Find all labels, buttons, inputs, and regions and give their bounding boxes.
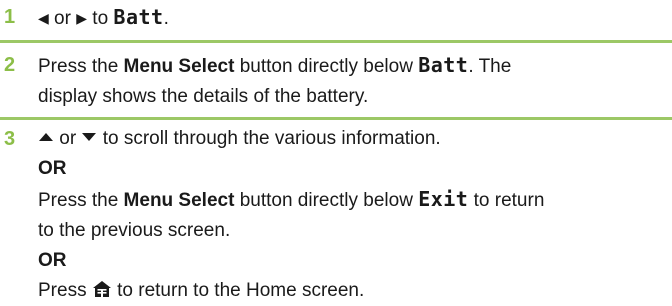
lcd-label-exit: Exit xyxy=(418,187,469,211)
step-number: 2 xyxy=(4,54,16,76)
step-3-text: or to scroll through the various informa… xyxy=(38,128,545,301)
home-icon xyxy=(92,281,111,297)
step-2-text: Press the Menu Select button directly be… xyxy=(38,53,512,107)
step-number: 1 xyxy=(4,6,16,28)
or-label: OR xyxy=(38,158,67,179)
menu-select-label: Menu Select xyxy=(123,56,235,77)
step-1-text: ◀ or ▶ to Batt. xyxy=(38,2,169,34)
step-number: 3 xyxy=(4,128,16,150)
lcd-label-batt: Batt xyxy=(418,53,469,77)
lcd-label-batt: Batt xyxy=(113,5,164,29)
or-label: OR xyxy=(38,250,67,271)
up-arrow-icon xyxy=(39,133,53,141)
menu-select-label: Menu Select xyxy=(123,190,235,211)
right-arrow-icon: ▶ xyxy=(76,10,88,26)
left-arrow-icon: ◀ xyxy=(38,10,49,26)
divider xyxy=(0,40,672,43)
divider xyxy=(0,117,672,120)
down-arrow-icon xyxy=(82,133,97,141)
